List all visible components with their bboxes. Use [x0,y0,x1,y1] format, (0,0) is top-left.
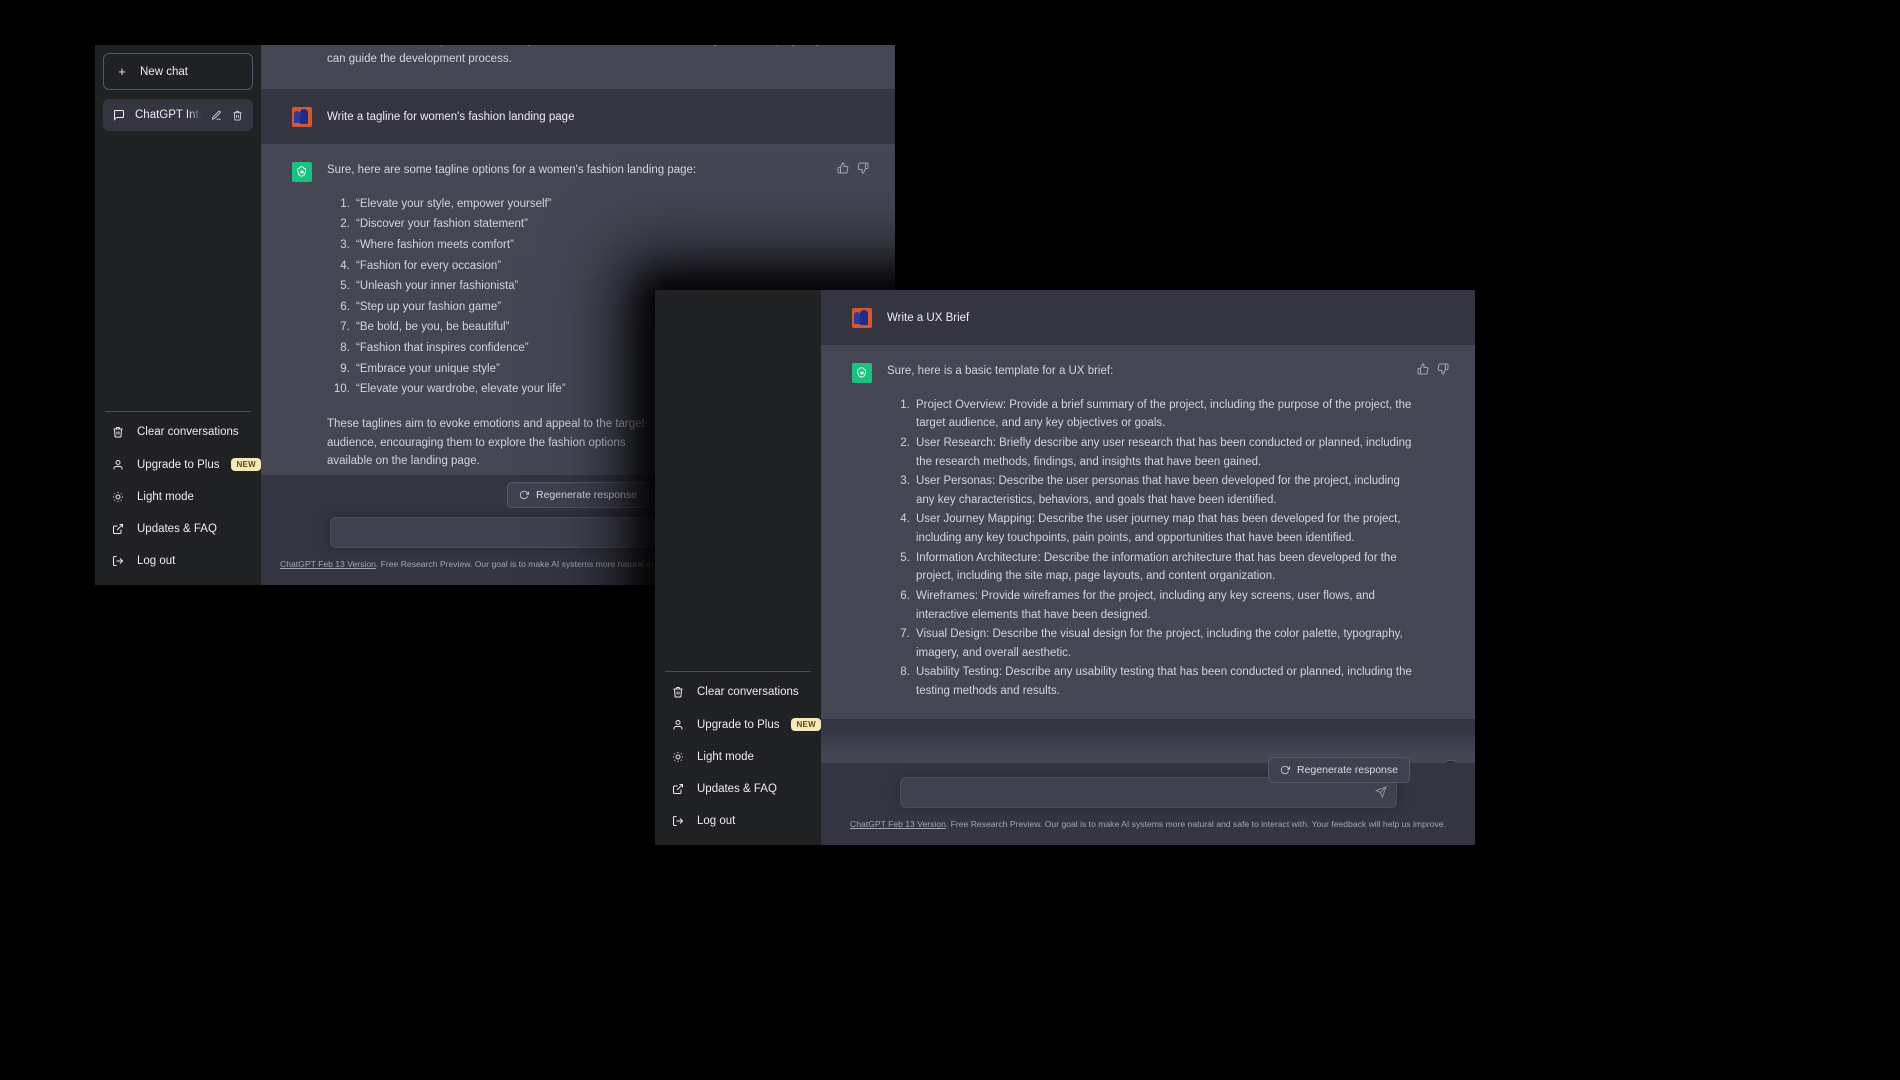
refresh-icon [519,490,529,500]
conversation-thread-front[interactable]: Write a UX Brief Sure, here is a basic t… [821,290,1475,763]
plus-icon: + [118,64,126,79]
chatgpt-window-front[interactable]: Clear conversations Upgrade to Plus NEW … [655,290,1475,845]
assistant-outro-text: These taglines aim to evoke emotions and… [327,417,645,468]
rating-controls-back[interactable] [837,161,869,174]
regenerate-label: Regenerate response [1297,764,1398,776]
sidebar-item-updates-faq[interactable]: Updates & FAQ [663,773,813,805]
avatar-assistant [852,363,872,383]
message-assistant-front: Sure, here is a basic template for a UX … [821,345,1475,719]
sidebar-item-label: Updates & FAQ [697,783,777,795]
list-item: Information Architecture: Describe the i… [913,549,1417,586]
sidebar-item-label: Clear conversations [697,686,799,698]
new-chat-button[interactable]: + New chat [103,53,253,90]
sidebar-item-upgrade-to-plus[interactable]: Upgrade to Plus NEW [103,448,262,481]
edit-conversation-icon[interactable] [211,110,222,121]
assistant-ordered-list-front: Project Overview: Provide a brief summar… [887,396,1417,701]
sidebar-item-label: Light mode [137,491,194,503]
sidebar-item-upgrade-to-plus[interactable]: Upgrade to Plus NEW [663,708,822,741]
logout-icon [671,815,685,827]
user-icon [671,719,685,731]
list-item: User Journey Mapping: Describe the user … [913,510,1417,547]
list-item: User Research: Briefly describe any user… [913,434,1417,471]
sun-icon [111,491,125,503]
sidebar-item-label: Clear conversations [137,426,239,438]
conversation-title: ChatGPT Introduction. [135,109,201,121]
message-user-front: Write a UX Brief [821,290,1475,345]
list-item: “Elevate your style, empower yourself” [353,195,837,214]
assistant-body-front: Sure, here is a basic template for a UX … [887,362,1459,702]
logout-icon [111,555,125,567]
list-item: Usability Testing: Describe any usabilit… [913,663,1417,700]
new-badge: NEW [231,458,262,471]
footer-note-front: ChatGPT Feb 13 Version. Free Research Pr… [821,808,1475,837]
sidebar-item-log-out[interactable]: Log out [103,545,253,577]
sidebar-item-label: Light mode [697,751,754,763]
list-item: Project Overview: Provide a brief summar… [913,396,1417,433]
external-link-icon [671,783,685,795]
desktop-background: + New chat ChatGPT Introduction. [0,0,1900,1080]
sidebar-item-light-mode[interactable]: Light mode [103,481,253,513]
sidebar-divider [105,411,251,412]
message-truncated: that have been developed. This can help … [261,45,895,89]
list-item: Visual Design: Describe the visual desig… [913,625,1417,662]
message-user-back: Write a tagline for women's fashion land… [261,89,895,144]
footer-text-front: . Free Research Preview. Our goal is to … [945,818,1446,829]
new-chat-label: New chat [140,65,188,78]
sidebar-item-log-out[interactable]: Log out [663,805,813,837]
sidebar-divider-front [665,671,811,672]
user-prompt-text: Write a tagline for women's fashion land… [327,111,575,123]
avatar-user [292,107,312,127]
sidebar-item-clear-conversations[interactable]: Clear conversations [663,676,813,708]
list-item: “Discover your fashion statement” [353,215,837,234]
sidebar-spacer-front [663,298,813,665]
trash-icon [111,426,125,438]
sidebar-item-label: Log out [137,555,176,567]
regenerate-response-button[interactable]: Regenerate response [507,481,649,508]
list-item: User Personas: Describe the user persona… [913,472,1417,509]
sidebar-item-label: Upgrade to Plus [137,458,220,471]
new-badge: NEW [791,718,822,731]
sidebar-item-clear-conversations[interactable]: Clear conversations [103,416,253,448]
regenerate-label: Regenerate response [536,488,637,501]
avatar-user [852,308,872,328]
sidebar-item-label: Upgrade to Plus [697,718,780,731]
version-link-back[interactable]: ChatGPT Feb 13 Version [280,559,376,569]
main-pane-front: Write a UX Brief Sure, here is a basic t… [821,290,1475,845]
external-link-icon [111,523,125,535]
trash-icon [671,686,685,698]
version-link-front[interactable]: ChatGPT Feb 13 Version [850,819,946,829]
thumbs-up-icon[interactable] [837,162,849,174]
sidebar-item-updates-faq[interactable]: Updates & FAQ [103,513,253,545]
refresh-icon [1280,765,1290,775]
sidebar-item-light-mode[interactable]: Light mode [663,741,813,773]
assistant-intro-text: Sure, here is a basic template for a UX … [887,365,1114,377]
sidebar-item-label: Log out [697,815,736,827]
list-item: “Where fashion meets comfort” [353,236,837,255]
truncated-text: that have been developed. This can help … [327,45,864,65]
thumbs-up-icon[interactable] [1417,363,1429,375]
user-prompt-text: Write a UX Brief [887,312,970,324]
avatar-assistant [292,162,312,182]
regenerate-response-button-front[interactable]: Regenerate response [1268,757,1410,783]
thumbs-down-icon[interactable] [857,162,869,174]
send-icon[interactable] [1374,786,1387,799]
sun-icon [671,751,685,763]
sidebar-back: + New chat ChatGPT Introduction. [95,45,262,585]
user-icon [111,459,125,471]
chat-bubble-icon [113,109,125,121]
delete-conversation-icon[interactable] [232,110,243,121]
sidebar-conversation-item[interactable]: ChatGPT Introduction. [103,99,253,131]
list-item: Wireframes: Provide wireframes for the p… [913,587,1417,624]
assistant-intro-text: Sure, here are some tagline options for … [327,164,697,176]
rating-controls-front[interactable] [1417,362,1449,375]
sidebar-front: Clear conversations Upgrade to Plus NEW … [655,290,822,845]
sidebar-item-label: Updates & FAQ [137,523,217,535]
list-item: “Fashion for every occasion” [353,257,837,276]
thumbs-down-icon[interactable] [1437,363,1449,375]
